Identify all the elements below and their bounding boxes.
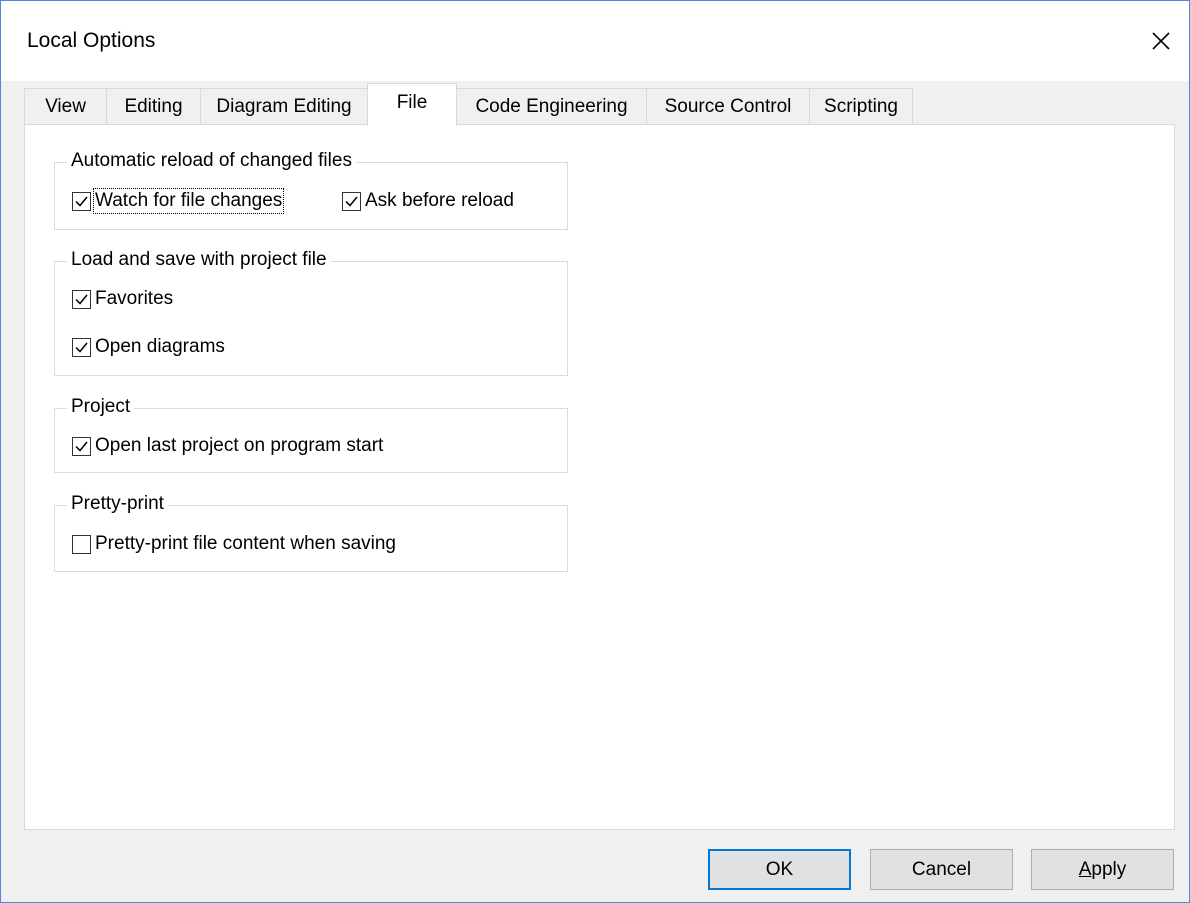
tab-label: Source Control <box>664 95 792 117</box>
project-group-legend: Project <box>67 396 135 418</box>
checkmark-icon <box>75 294 88 305</box>
project-group: Project Open last project on program sta… <box>54 396 568 473</box>
apply-button-label: Apply <box>1079 859 1127 881</box>
close-button[interactable] <box>1133 19 1189 63</box>
checkbox-label: Favorites <box>95 288 174 309</box>
checkbox-box <box>72 337 91 357</box>
project-file-group-legend: Load and save with project file <box>67 249 331 271</box>
checkbox-label: Ask before reload <box>365 190 514 211</box>
close-icon <box>1152 32 1170 50</box>
apply-mnemonic: A <box>1078 858 1092 880</box>
file-tab-panel: Automatic reload of changed files Watch … <box>24 124 1175 830</box>
tab-scripting[interactable]: Scripting <box>809 88 913 124</box>
tab-label: Code Engineering <box>475 95 628 117</box>
dialog-title: Local Options <box>27 29 156 52</box>
checkbox-box <box>72 436 91 456</box>
open-diagrams-checkbox[interactable]: Open diagrams <box>72 336 225 358</box>
cancel-button[interactable]: Cancel <box>870 849 1013 890</box>
favorites-checkbox[interactable]: Favorites <box>72 288 173 310</box>
ok-button-label: OK <box>765 858 794 880</box>
apply-label-rest: pply <box>1091 858 1127 880</box>
tab-label: View <box>45 95 86 117</box>
tab-code-engineering[interactable]: Code Engineering <box>456 88 647 124</box>
checkbox-box <box>72 534 91 554</box>
tab-label: Scripting <box>824 95 898 117</box>
reload-group-legend: Automatic reload of changed files <box>67 150 356 172</box>
apply-button[interactable]: Apply <box>1031 849 1174 890</box>
cancel-button-label: Cancel <box>911 858 972 880</box>
ask-before-reload-checkbox[interactable]: Ask before reload <box>342 190 514 212</box>
pretty-print-group-legend: Pretty-print <box>67 493 168 515</box>
project-file-group: Load and save with project file Favorite… <box>54 249 568 376</box>
tab-label: Diagram Editing <box>216 95 352 117</box>
reload-group: Automatic reload of changed files Watch … <box>54 150 568 230</box>
watch-file-changes-checkbox[interactable]: Watch for file changes <box>72 188 285 214</box>
checkbox-label: Watch for file changes <box>92 188 285 214</box>
checkbox-box <box>72 289 91 309</box>
tab-diagram-editing[interactable]: Diagram Editing <box>200 88 368 124</box>
checkbox-box <box>72 191 91 211</box>
checkmark-icon <box>75 342 88 353</box>
tab-editing[interactable]: Editing <box>106 88 201 124</box>
tab-label: Editing <box>124 95 183 117</box>
pretty-print-group: Pretty-print Pretty-print file content w… <box>54 493 568 572</box>
checkmark-icon <box>345 196 358 207</box>
checkmark-icon <box>75 196 88 207</box>
checkbox-label: Open last project on program start <box>95 435 384 456</box>
tab-view[interactable]: View <box>24 88 107 124</box>
open-last-project-checkbox[interactable]: Open last project on program start <box>72 435 383 457</box>
tab-source-control[interactable]: Source Control <box>646 88 810 124</box>
checkbox-label: Pretty-print file content when saving <box>95 533 396 554</box>
checkbox-box <box>342 191 361 211</box>
tab-label: File <box>396 92 428 113</box>
pretty-print-checkbox[interactable]: Pretty-print file content when saving <box>72 533 396 555</box>
checkbox-label: Open diagrams <box>95 336 225 357</box>
title-bar: Local Options <box>1 1 1189 81</box>
checkmark-icon <box>75 441 88 452</box>
ok-button[interactable]: OK <box>708 849 851 890</box>
tab-file[interactable]: File <box>367 83 457 126</box>
